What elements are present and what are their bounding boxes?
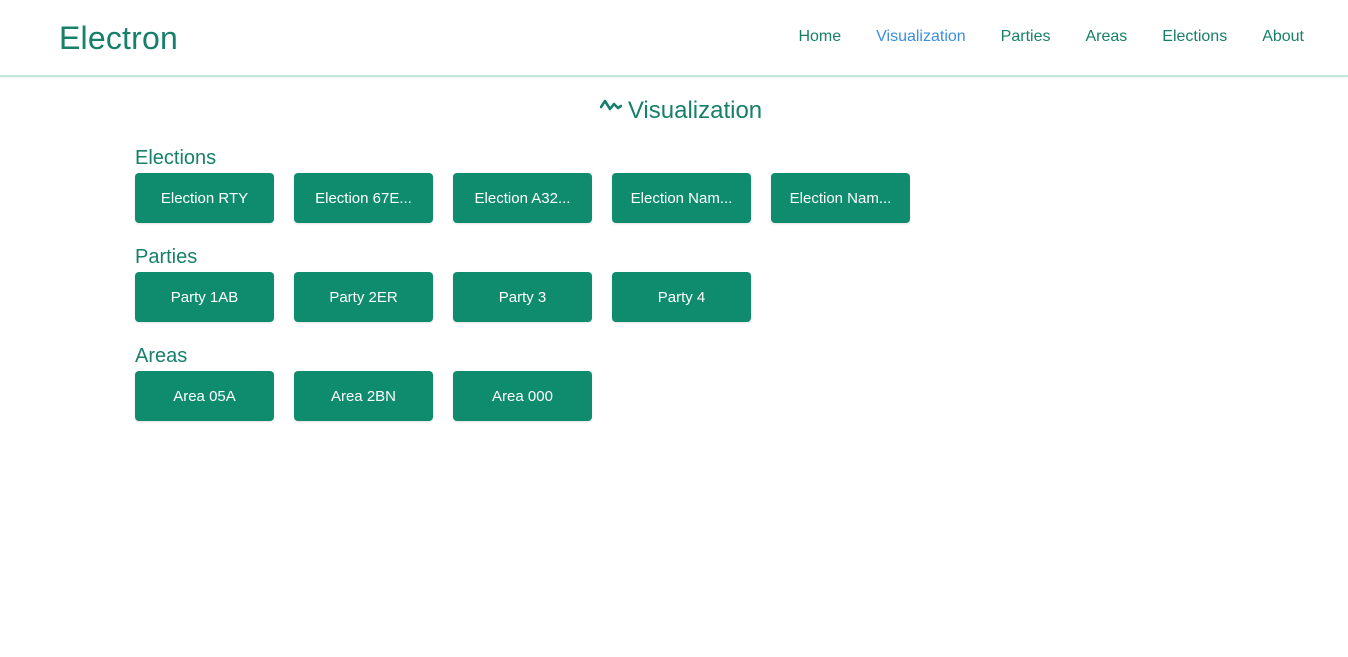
areas-heading: Areas xyxy=(135,345,188,367)
election-button[interactable]: Election Nam... xyxy=(771,173,910,223)
parties-button-row: Party 1AB Party 2ER Party 3 Party 4 xyxy=(135,272,751,322)
nav-about[interactable]: About xyxy=(1262,27,1304,47)
party-button[interactable]: Party 4 xyxy=(612,272,751,322)
page-title: Visualization xyxy=(0,96,1348,126)
chart-line-icon xyxy=(599,99,622,111)
nav-areas[interactable]: Areas xyxy=(1085,27,1127,47)
nav-home[interactable]: Home xyxy=(798,27,841,47)
elections-section: Elections Election RTY Election 67E... E… xyxy=(135,146,910,223)
areas-button-row: Area 05A Area 2BN Area 000 xyxy=(135,371,592,421)
area-button[interactable]: Area 000 xyxy=(453,371,592,421)
nav-visualization[interactable]: Visualization xyxy=(876,27,966,47)
areas-section: Areas Area 05A Area 2BN Area 000 xyxy=(135,344,592,421)
elections-heading: Elections xyxy=(135,147,217,169)
election-button[interactable]: Election RTY xyxy=(135,173,274,223)
party-button[interactable]: Party 1AB xyxy=(135,272,274,322)
party-button[interactable]: Party 3 xyxy=(453,272,592,322)
election-button[interactable]: Election Nam... xyxy=(612,173,751,223)
brand-logo[interactable]: Electron xyxy=(59,18,178,58)
parties-section: Parties Party 1AB Party 2ER Party 3 Part… xyxy=(135,245,751,322)
elections-button-row: Election RTY Election 67E... Election A3… xyxy=(135,173,910,223)
page-title-text: Visualization xyxy=(627,97,763,124)
nav-parties[interactable]: Parties xyxy=(1001,27,1051,47)
nav-elections[interactable]: Elections xyxy=(1162,27,1227,47)
main-nav: Home Visualization Parties Areas Electio… xyxy=(798,27,1304,47)
party-button[interactable]: Party 2ER xyxy=(294,272,433,322)
navbar: Electron Home Visualization Parties Area… xyxy=(0,0,1348,77)
election-button[interactable]: Election 67E... xyxy=(294,173,433,223)
area-button[interactable]: Area 05A xyxy=(135,371,274,421)
election-button[interactable]: Election A32... xyxy=(453,173,592,223)
area-button[interactable]: Area 2BN xyxy=(294,371,433,421)
parties-heading: Parties xyxy=(135,246,198,268)
